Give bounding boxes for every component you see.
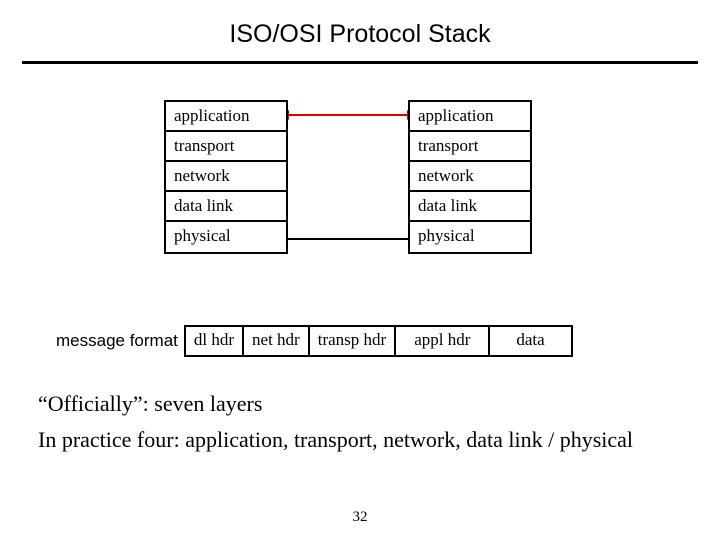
layer-application: application (410, 102, 530, 132)
body-line-2: In practice four: application, transport… (38, 426, 682, 454)
stack-right: application transport network data link … (408, 100, 532, 254)
stack-left: application transport network data link … (164, 100, 288, 254)
layer-datalink: data link (166, 192, 286, 222)
hdr-data: data (490, 327, 570, 355)
slide-title: ISO/OSI Protocol Stack (0, 0, 720, 61)
body-line-1: “Officially”: seven layers (38, 390, 262, 418)
hdr-transp: transp hdr (310, 327, 396, 355)
layer-network: network (410, 162, 530, 192)
layer-physical: physical (166, 222, 286, 252)
layer-physical: physical (410, 222, 530, 252)
layer-datalink: data link (410, 192, 530, 222)
hdr-dl: dl hdr (186, 327, 244, 355)
physical-link-line (288, 238, 408, 240)
message-format-row: message format dl hdr net hdr transp hdr… (56, 325, 573, 357)
title-rule (22, 61, 698, 64)
hdr-appl: appl hdr (396, 327, 490, 355)
page-number: 32 (0, 509, 720, 526)
layer-transport: transport (166, 132, 286, 162)
protocol-stacks: application transport network data link … (0, 100, 720, 300)
application-link-line (288, 114, 408, 116)
layer-network: network (166, 162, 286, 192)
hdr-net: net hdr (244, 327, 310, 355)
layer-transport: transport (410, 132, 530, 162)
layer-application: application (166, 102, 286, 132)
message-format-cells: dl hdr net hdr transp hdr appl hdr data (184, 325, 573, 357)
message-format-label: message format (56, 331, 178, 351)
